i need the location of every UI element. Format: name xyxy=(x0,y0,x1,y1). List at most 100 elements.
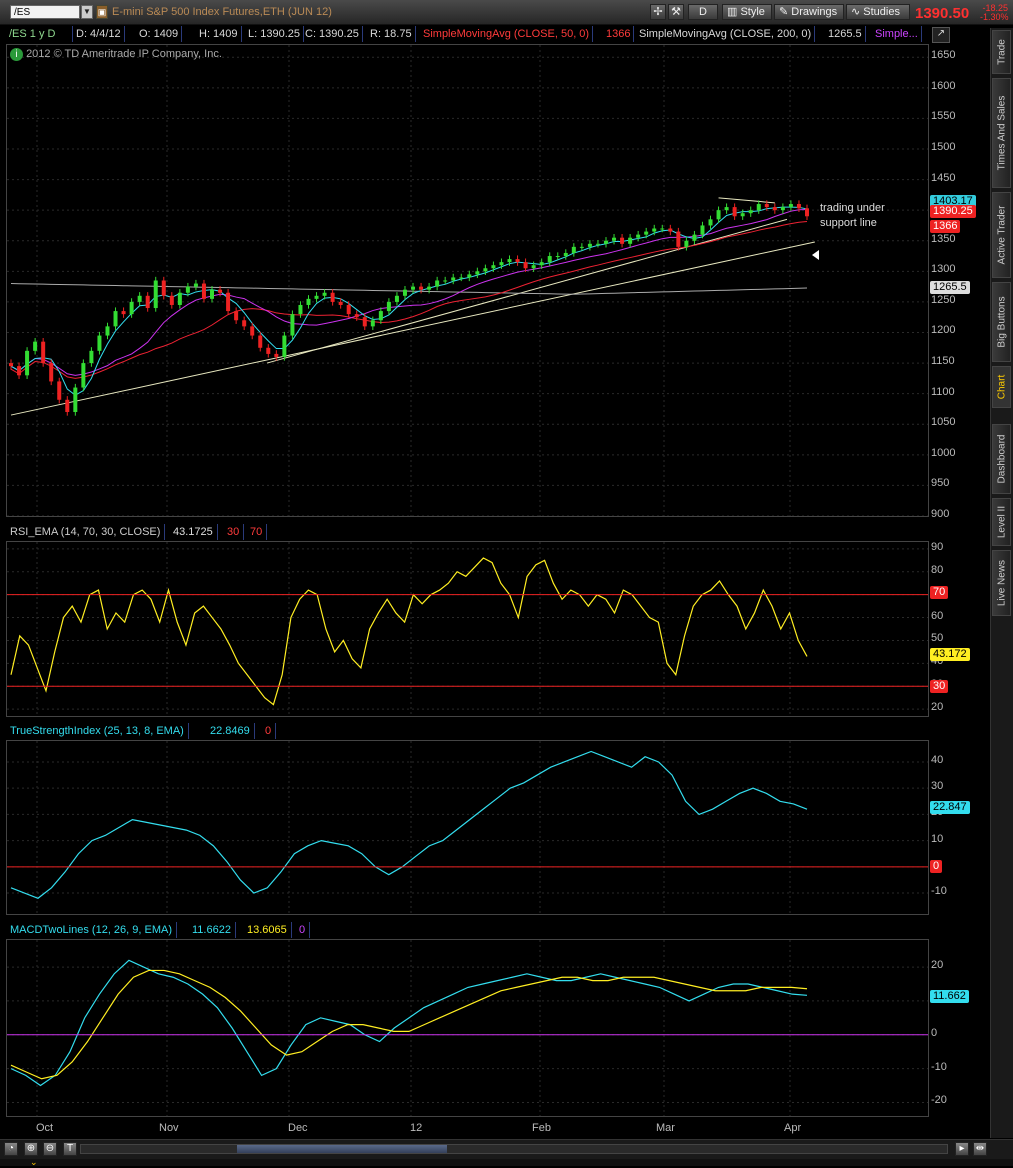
tsi-value-tag: 22.847 xyxy=(930,801,970,814)
tab-live-news[interactable]: Live News xyxy=(992,550,1011,616)
wrench-icon[interactable]: ⚒ xyxy=(668,4,684,20)
candle-body xyxy=(330,292,335,302)
candle-body xyxy=(748,210,753,214)
daily-period-button[interactable]: D xyxy=(688,4,718,20)
studies-menu-button[interactable]: ∿ Studies xyxy=(846,4,910,20)
candle-body xyxy=(338,301,343,305)
candle-body xyxy=(732,207,737,217)
candle-body xyxy=(25,350,30,376)
rsi-label[interactable]: RSI_EMA (14, 70, 30, CLOSE) xyxy=(6,524,166,540)
tab-big-buttons-label: Big Buttons xyxy=(996,296,1007,348)
rsi-line-tick: 50 xyxy=(931,632,944,645)
crosshair-tool-icon[interactable]: ✢ xyxy=(650,4,666,20)
candle-body xyxy=(153,280,158,309)
top-toolbar: /ES ▼ ▣ E-mini S&P 500 Index Futures,ETH… xyxy=(0,0,1013,25)
candle-body xyxy=(451,277,456,281)
collapse-icon[interactable]: ⌄ xyxy=(30,1157,38,1168)
sma-magenta-line xyxy=(10,208,808,376)
tab-chart-label: Chart xyxy=(996,374,1007,400)
candle-body xyxy=(17,366,22,376)
candle-body xyxy=(129,301,134,315)
x-label-mar: Mar xyxy=(656,1122,675,1134)
text-tool-icon[interactable]: T xyxy=(63,1142,77,1156)
style-label: Style xyxy=(740,6,765,18)
candle-body xyxy=(435,280,440,287)
candle-body xyxy=(370,320,375,327)
candle-body xyxy=(346,304,351,315)
tsi-zero: 0 xyxy=(261,723,277,739)
price-tick: 1600 xyxy=(931,79,956,92)
zoom-in-icon[interactable]: ⊕ xyxy=(24,1142,38,1156)
symbol-period[interactable]: /ES 1 y D xyxy=(6,26,73,42)
time-scrollbar[interactable] xyxy=(80,1144,948,1154)
candle-body xyxy=(740,213,745,217)
rsi-line-tick: 80 xyxy=(931,563,944,576)
support-trendline[interactable] xyxy=(10,241,815,416)
candle-body xyxy=(386,301,391,312)
candle-body xyxy=(145,295,150,309)
candle-body xyxy=(193,283,198,287)
studies-icon: ∿ xyxy=(851,6,864,18)
candle-body xyxy=(491,265,496,269)
macd-label[interactable]: MACDTwoLines (12, 26, 9, EMA) xyxy=(6,922,178,938)
symbol-dropdown-icon[interactable]: ▼ xyxy=(81,5,93,19)
tsi-label[interactable]: TrueStrengthIndex (25, 13, 8, EMA) xyxy=(6,723,189,739)
candle-body xyxy=(290,314,295,336)
zoom-out-icon[interactable]: ⊖ xyxy=(43,1142,57,1156)
info-icon: i xyxy=(10,48,23,61)
candle-body xyxy=(41,341,46,364)
candle-body xyxy=(764,204,769,208)
candle-body xyxy=(531,265,536,269)
last-price: 1390.50 xyxy=(915,5,970,22)
time-axis: Oct Nov Dec 12 Feb Mar Apr xyxy=(6,1118,929,1138)
candle-body xyxy=(161,280,166,296)
symbol-settings-icon[interactable]: ▣ xyxy=(96,5,108,19)
candle-body xyxy=(411,286,416,290)
tsi-chart xyxy=(7,741,928,914)
chart-type-icon[interactable]: ↗ xyxy=(932,27,950,43)
annotation-line2: support line xyxy=(820,217,877,229)
more-studies-label[interactable]: Simple... xyxy=(872,26,922,42)
sma200-label[interactable]: SimpleMovingAvg (CLOSE, 200, 0) xyxy=(636,26,816,42)
macd-zero: 0 xyxy=(295,922,311,938)
sma200-price-tag: 1265.5 xyxy=(930,281,970,294)
candle-body xyxy=(684,240,689,247)
candle-body xyxy=(644,231,649,235)
x-label-oct: Oct xyxy=(36,1122,54,1134)
candle-body xyxy=(258,335,263,348)
drawings-menu-button[interactable]: ✎ Drawings xyxy=(774,4,844,20)
candle-body xyxy=(177,292,182,305)
price-tick: 1100 xyxy=(931,385,955,398)
macd-panel xyxy=(6,939,929,1117)
scrollbar-thumb[interactable] xyxy=(237,1145,447,1153)
tsi-panel xyxy=(6,740,929,915)
macd-value: 11.6622 xyxy=(188,922,236,938)
macd-line-tick: 0 xyxy=(931,1026,938,1039)
tab-level-ii[interactable]: Level II xyxy=(992,498,1011,546)
candle-body xyxy=(105,326,110,336)
copyright-text: 2012 © TD Ameritrade IP Company, Inc. xyxy=(26,48,222,60)
macd-header: MACDTwoLines (12, 26, 9, EMA) 11.6622 13… xyxy=(6,922,929,938)
candle-body xyxy=(322,292,327,296)
bottom-toolbar: ◔ ⊕ ⊖ T ▸ ⇹ xyxy=(0,1139,1013,1160)
style-menu-button[interactable]: ▥ Style xyxy=(722,4,772,20)
tab-chart[interactable]: Chart xyxy=(992,366,1011,408)
tab-active-trader[interactable]: Active Trader xyxy=(992,192,1011,278)
sma50-label[interactable]: SimpleMovingAvg (CLOSE, 50, 0) xyxy=(420,26,594,42)
side-tab-bar: Trade Times And Sales Active Trader Big … xyxy=(990,28,1013,1138)
symbol-input[interactable]: /ES xyxy=(10,5,80,19)
scroll-right-icon[interactable]: ▸ xyxy=(955,1142,969,1156)
expand-icon[interactable]: ⇹ xyxy=(973,1142,987,1156)
rsi-70-tag: 70 xyxy=(930,586,949,599)
tab-trade[interactable]: Trade xyxy=(992,30,1011,74)
candle-body xyxy=(603,240,608,244)
tab-times-and-sales[interactable]: Times And Sales xyxy=(992,78,1011,188)
tab-dashboard[interactable]: Dashboard xyxy=(992,424,1011,494)
tab-big-buttons[interactable]: Big Buttons xyxy=(992,282,1011,362)
macd-signal-line xyxy=(10,969,808,1080)
chart-nav-icon[interactable]: ◔ xyxy=(4,1142,18,1156)
price-tick: 1500 xyxy=(931,140,956,153)
macd-line-tick: 20 xyxy=(931,959,944,972)
macd-chart xyxy=(7,940,928,1116)
candle-body xyxy=(266,347,271,354)
